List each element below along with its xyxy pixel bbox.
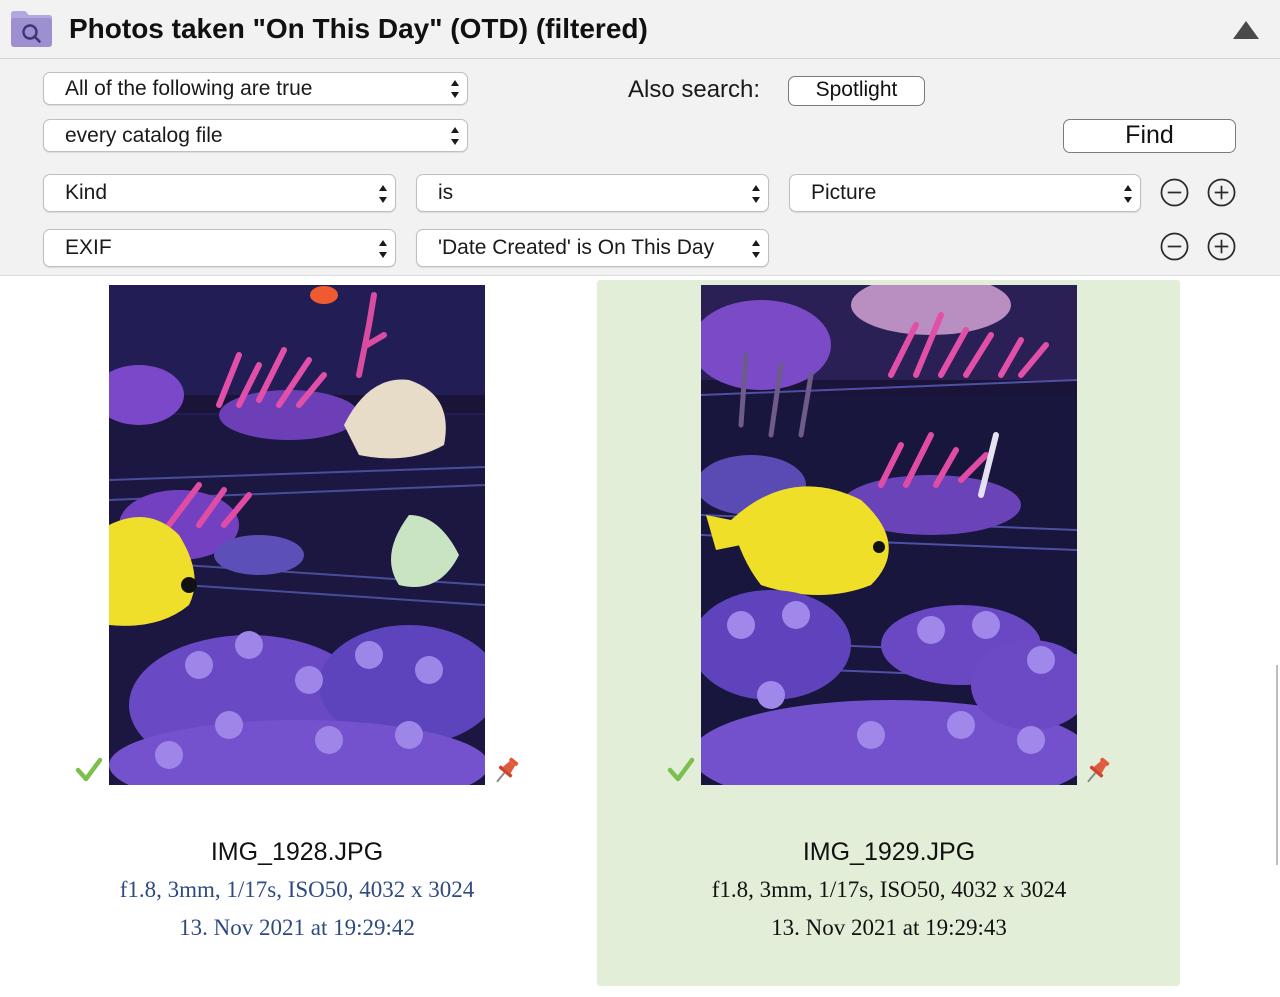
photo-thumbnail[interactable] — [701, 285, 1077, 785]
popup-arrows-icon — [750, 238, 762, 260]
criterion-value: Picture — [811, 181, 877, 204]
folder-search-icon — [11, 11, 52, 47]
triangle-up-icon[interactable] — [1233, 21, 1259, 39]
plus-circle-icon[interactable] — [1207, 178, 1236, 207]
scope-value: every catalog file — [65, 124, 223, 147]
also-search-label: Also search: — [628, 76, 761, 103]
minus-circle-icon[interactable] — [1160, 232, 1189, 261]
spotlight-button[interactable]: Spotlight — [788, 76, 925, 106]
checkmark-icon[interactable] — [75, 757, 103, 783]
pushpin-icon[interactable] — [1081, 755, 1113, 787]
popup-arrows-icon — [449, 78, 461, 100]
criterion-operator-value: is — [438, 181, 454, 204]
popup-arrows-icon — [750, 183, 762, 205]
minus-circle-icon[interactable] — [1160, 178, 1189, 207]
result-exif: f1.8, 3mm, 1/17s, ISO50, 4032 x 3024 — [119, 877, 475, 902]
result-date: 13. Nov 2021 at 19:29:42 — [179, 915, 415, 940]
title-bar: Photos taken "On This Day" (OTD) (filter… — [0, 0, 1280, 59]
criterion-operator-select[interactable]: 'Date Created' is On This Day — [416, 229, 769, 267]
popup-arrows-icon — [377, 183, 389, 205]
search-criteria-panel: Photos taken "On This Day" (OTD) (filter… — [0, 0, 1280, 276]
result-filename: IMG_1929.JPG — [802, 838, 976, 866]
criterion-field-select[interactable]: EXIF — [43, 229, 396, 267]
criterion-value-select[interactable]: Picture — [789, 174, 1141, 212]
criterion-field-value: EXIF — [65, 236, 112, 259]
result-exif: f1.8, 3mm, 1/17s, ISO50, 4032 x 3024 — [711, 877, 1067, 902]
result-card[interactable]: IMG_1928.JPG f1.8, 3mm, 1/17s, ISO50, 40… — [17, 280, 577, 986]
popup-arrows-icon — [449, 125, 461, 147]
result-filename: IMG_1928.JPG — [210, 838, 384, 866]
checkmark-icon[interactable] — [667, 757, 695, 783]
photo-thumbnail[interactable] — [109, 285, 485, 785]
window-title: Photos taken "On This Day" (OTD) (filter… — [69, 13, 648, 44]
match-mode-value: All of the following are true — [65, 77, 313, 100]
plus-circle-icon[interactable] — [1207, 232, 1236, 261]
find-button[interactable]: Find — [1063, 119, 1236, 153]
criterion-field-value: Kind — [65, 181, 108, 204]
criterion-field-select[interactable]: Kind — [43, 174, 396, 212]
scope-select[interactable]: every catalog file — [43, 119, 468, 152]
scrollbar[interactable] — [1276, 665, 1278, 865]
result-date: 13. Nov 2021 at 19:29:43 — [771, 915, 1007, 940]
result-card[interactable]: IMG_1929.JPG f1.8, 3mm, 1/17s, ISO50, 40… — [597, 280, 1180, 986]
popup-arrows-icon — [377, 238, 389, 260]
pushpin-icon[interactable] — [490, 755, 522, 787]
criterion-operator-select[interactable]: is — [416, 174, 769, 212]
criterion-operator-value: 'Date Created' is On This Day — [438, 236, 715, 259]
match-mode-select[interactable]: All of the following are true — [43, 72, 468, 105]
popup-arrows-icon — [1122, 183, 1134, 205]
